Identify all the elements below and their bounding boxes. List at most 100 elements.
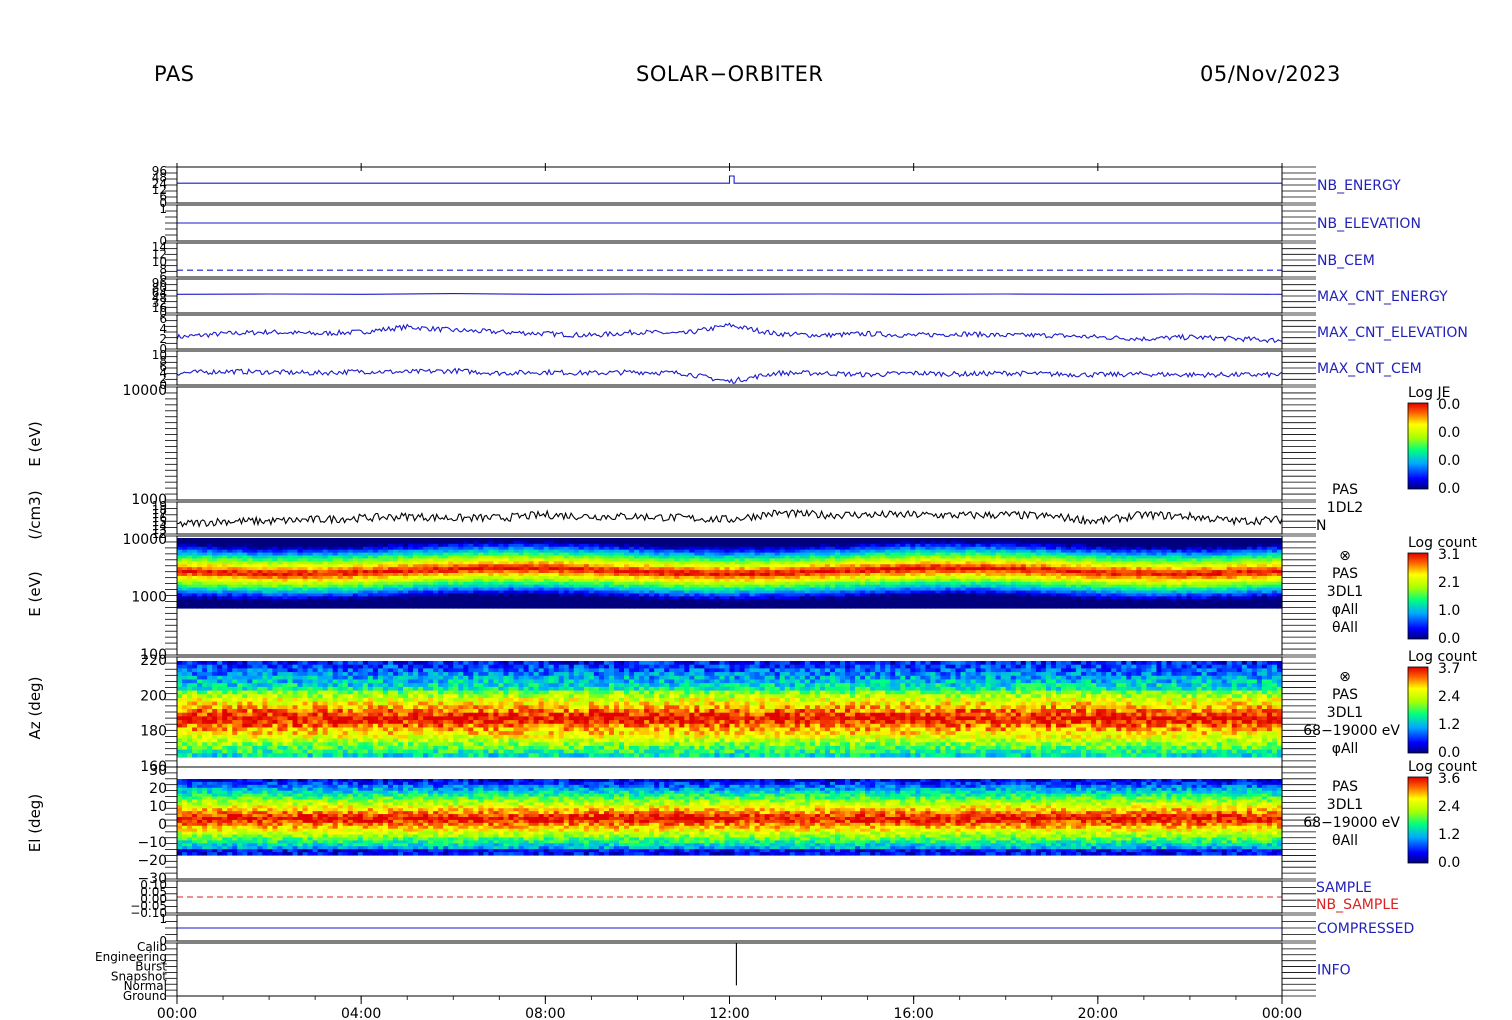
heatmap-cell xyxy=(267,605,274,609)
heatmap-cell xyxy=(654,605,660,609)
heatmap-cell xyxy=(1156,605,1163,609)
heatmap-cell xyxy=(1101,605,1107,609)
heatmap-cell xyxy=(1216,605,1223,609)
heatmap-cell xyxy=(860,605,866,609)
heatmap-cell xyxy=(558,605,565,609)
heatmap-cell xyxy=(920,605,926,609)
heatmap-cell xyxy=(573,605,580,609)
heatmap-cell xyxy=(337,605,344,609)
heatmap-cell xyxy=(598,605,605,609)
heatmap-cell xyxy=(794,605,801,609)
heatmap-cell xyxy=(583,605,590,609)
heatmap-cell xyxy=(659,605,665,609)
heatmap-cell xyxy=(930,605,937,609)
heatmap-cell xyxy=(1186,605,1193,609)
heatmap-cell xyxy=(217,605,223,609)
heatmap-cell xyxy=(1066,605,1072,609)
heatmap-cell xyxy=(1211,605,1218,609)
heatmap-cell xyxy=(428,605,434,609)
heatmap-cell xyxy=(789,605,796,609)
heatmap-cell xyxy=(372,605,379,609)
heatmap-cell xyxy=(588,605,595,609)
heatmap-cell xyxy=(749,605,756,609)
heatmap-cell xyxy=(809,605,816,609)
heatmap-cell xyxy=(222,605,228,609)
heatmap-cell xyxy=(960,605,967,609)
heatmap-cell xyxy=(478,605,484,609)
heatmap-cell xyxy=(649,605,655,609)
heatmap-cell xyxy=(1171,605,1178,609)
heatmap-cell xyxy=(227,605,233,609)
heatmap-cell xyxy=(1176,605,1183,609)
heatmap-cell xyxy=(377,605,384,609)
heatmap-cell xyxy=(1201,605,1208,609)
heatmap-cell xyxy=(955,605,962,609)
heatmap-cell xyxy=(463,605,469,609)
heatmap-cell xyxy=(297,605,304,609)
heatmap-cell xyxy=(754,605,761,609)
heatmap-cell xyxy=(302,605,309,609)
heatmap-cell xyxy=(1136,605,1142,609)
heatmap-cell xyxy=(187,605,193,609)
heatmap-cell xyxy=(1131,605,1137,609)
heatmap-cell xyxy=(980,605,987,609)
heatmap-cell xyxy=(719,605,726,609)
heatmap-cell xyxy=(990,605,997,609)
heatmap-cell xyxy=(533,605,540,609)
heatmap-cell xyxy=(664,605,670,609)
heatmap-cell xyxy=(382,605,389,609)
heatmap-cell xyxy=(1206,605,1213,609)
heatmap-cell xyxy=(885,605,891,609)
heatmap-cell xyxy=(779,605,786,609)
heatmap-cell xyxy=(503,605,510,609)
heatmap-cell xyxy=(1030,605,1037,609)
heatmap-cell xyxy=(548,605,555,609)
heatmap-cell xyxy=(613,605,620,609)
heatmap-cell xyxy=(870,605,876,609)
heatmap-cell xyxy=(292,605,299,609)
heatmap-cell xyxy=(734,605,741,609)
heatmap-cell xyxy=(699,605,705,609)
heatmap-cell xyxy=(1040,605,1047,609)
heatmap-cell xyxy=(433,605,439,609)
heatmap-cell xyxy=(202,605,208,609)
heatmap-cell xyxy=(1071,605,1077,609)
heatmap-cell xyxy=(1151,605,1158,609)
heatmap-cell xyxy=(453,605,459,609)
heatmap-cell xyxy=(634,605,640,609)
heatmap-cell xyxy=(669,605,675,609)
heatmap-cell xyxy=(729,605,736,609)
heatmap-cell xyxy=(387,605,394,609)
heatmap-cell xyxy=(945,605,952,609)
heatmap-cell xyxy=(192,605,198,609)
heatmap-cell xyxy=(327,605,334,609)
heatmap-cell xyxy=(392,605,399,609)
heatmap-cell xyxy=(513,605,520,609)
heatmap-cell xyxy=(1096,605,1102,609)
heatmap-cell xyxy=(197,605,203,609)
heatmap-cell xyxy=(252,605,258,609)
heatmap-cell xyxy=(1025,605,1032,609)
heatmap-cell xyxy=(508,605,515,609)
heatmap-cell xyxy=(619,605,625,609)
heatmap-cell xyxy=(1126,605,1132,609)
heatmap-cell xyxy=(543,605,550,609)
heatmap-cell xyxy=(483,605,490,609)
heatmap-cell xyxy=(408,605,414,609)
heatmap-cell xyxy=(262,605,269,609)
heatmap-cell xyxy=(875,605,881,609)
heatmap-cell xyxy=(804,605,811,609)
heatmap-cell xyxy=(593,605,600,609)
heatmap-cell xyxy=(603,605,610,609)
heatmap-cell xyxy=(694,605,700,609)
heatmap-cell xyxy=(448,605,454,609)
heatmap-cell xyxy=(1020,605,1027,609)
heatmap-cell xyxy=(538,605,545,609)
heatmap-cell xyxy=(644,605,650,609)
heatmap-cell xyxy=(307,605,314,609)
heatmap-cell xyxy=(458,605,464,609)
heatmap-cell xyxy=(277,605,284,609)
heatmap-cell xyxy=(1076,605,1082,609)
heatmap-cell xyxy=(744,605,751,609)
heatmap-cell xyxy=(347,605,354,609)
